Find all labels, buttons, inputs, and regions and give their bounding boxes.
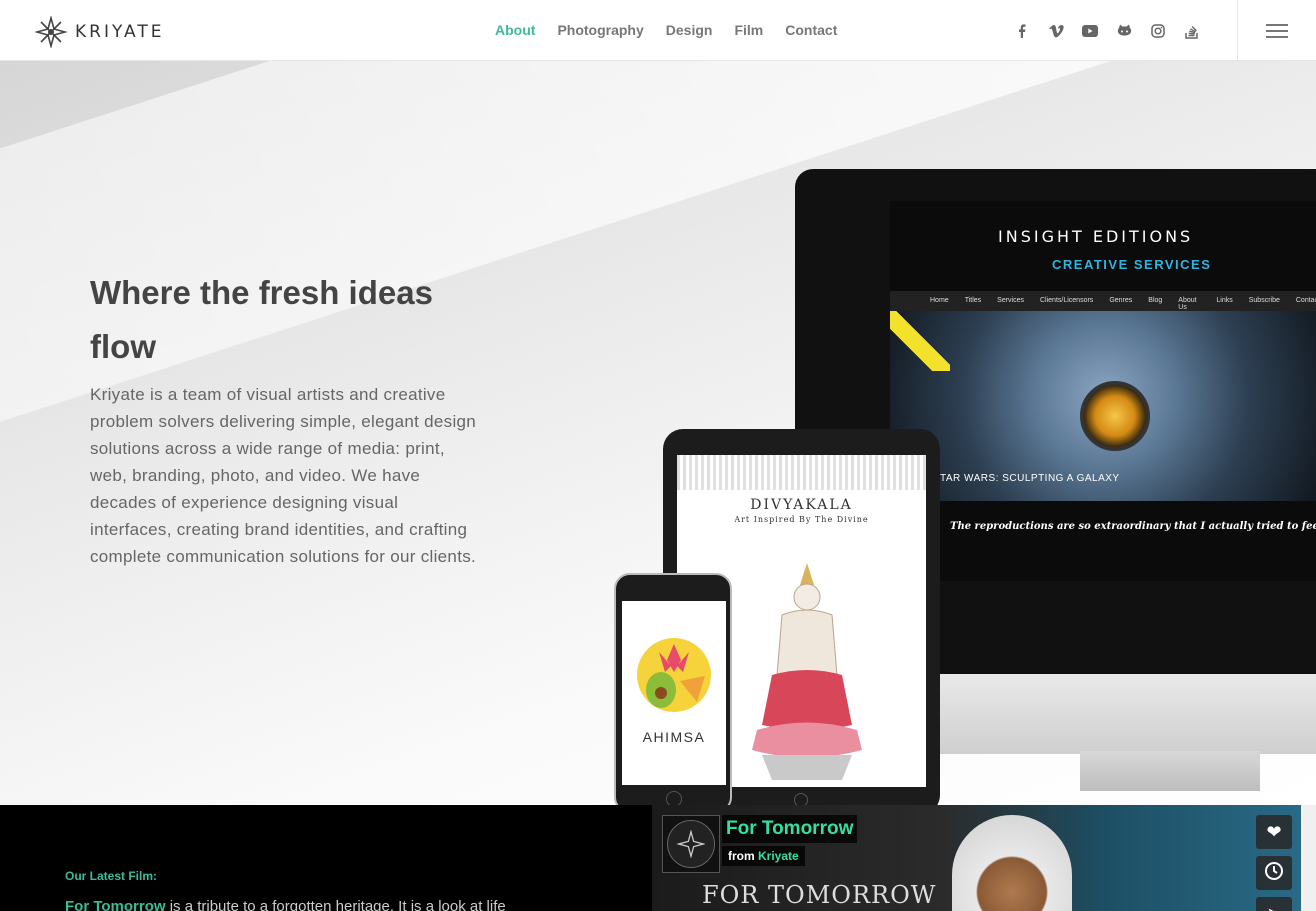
nav-about[interactable]: About: [495, 22, 535, 38]
ahimsa-label: AHIMSA: [642, 729, 706, 745]
video-channel-name[interactable]: Kriyate: [758, 849, 799, 863]
facebook-icon[interactable]: [1012, 21, 1032, 41]
ie-nav-item: Services: [997, 297, 1024, 304]
channel-avatar[interactable]: [662, 815, 720, 873]
social-links: [1012, 21, 1202, 41]
iphone-home-button: [666, 791, 682, 805]
ie-nav-item: Contact: [1295, 297, 1316, 304]
divyakala-ornament: [677, 455, 926, 490]
hero-title: Where the fresh ideas flow: [90, 274, 433, 365]
featured-badge: [890, 311, 950, 371]
video-from-label: from: [728, 849, 755, 863]
divyakala-subtitle: Art Inspired By The Divine: [734, 515, 869, 524]
nav-contact[interactable]: Contact: [785, 22, 837, 38]
deity-illustration: [752, 563, 862, 780]
video-frame-title: FOR TOMORROW: [702, 881, 937, 909]
insight-editions-subtitle: CREATIVE SERVICES: [1052, 257, 1212, 272]
watch-later-button[interactable]: [1256, 856, 1292, 890]
nav-photography[interactable]: Photography: [557, 22, 643, 38]
film-link[interactable]: For Tomorrow: [65, 898, 166, 911]
hero-description: Kriyate is a team of visual artists and …: [90, 385, 477, 566]
latest-film-label: Our Latest Film:: [65, 869, 158, 883]
insight-editions-brand: INSIGHT EDITIONS: [998, 227, 1194, 246]
ie-nav-item: Titles: [964, 297, 982, 304]
hamburger-menu-icon[interactable]: [1266, 24, 1288, 38]
clock-icon: [1264, 861, 1284, 886]
like-button[interactable]: ❤: [1256, 815, 1292, 849]
send-icon: ➤: [1266, 904, 1281, 911]
insight-editions-nav: Home Titles Services Clients/Licensors G…: [890, 291, 1316, 311]
video-thumbnail-person: [952, 815, 1072, 911]
github-icon[interactable]: [1114, 21, 1134, 41]
film-description-text: is a tribute to a forgotten heritage. It…: [165, 898, 506, 911]
share-button[interactable]: ➤: [1256, 897, 1292, 911]
ie-nav-item: Subscribe: [1248, 297, 1280, 304]
insight-editions-caption: TAR WARS: SCULPTING A GALAXY: [940, 473, 1120, 484]
kriyate-avatar-icon: [677, 830, 705, 858]
main-nav: About Photography Design Film Contact: [495, 22, 859, 38]
insight-editions-quote: The reproductions are so extraordinary t…: [950, 521, 1316, 532]
imac-stand: [1080, 751, 1260, 791]
latest-film-description: For Tomorrow is a tribute to a forgotten…: [65, 898, 506, 911]
ahimsa-screen: AHIMSA: [622, 601, 726, 785]
youtube-icon[interactable]: [1080, 21, 1100, 41]
kriyate-logo-icon: [35, 16, 67, 48]
ie-nav-item: Blog: [1148, 297, 1163, 304]
ipad-home-button: [794, 793, 808, 805]
video-byline: from Kriyate: [722, 846, 805, 866]
instagram-icon[interactable]: [1148, 21, 1168, 41]
insight-editions-screen: INSIGHT EDITIONS CREATIVE SERVICES Home …: [890, 201, 1316, 581]
latest-film-section: Our Latest Film: For Tomorrow is a tribu…: [0, 805, 1301, 911]
insight-editions-hero-image: TAR WARS: SCULPTING A GALAXY: [890, 311, 1316, 501]
hero-section: Where the fresh ideas flow Kriyate is a …: [0, 61, 1316, 805]
nav-design[interactable]: Design: [666, 22, 713, 38]
vimeo-video-player[interactable]: For Tomorrow from Kriyate FOR TOMORROW ❤…: [652, 805, 1301, 911]
ie-nav-item: Links: [1216, 297, 1233, 304]
logo-text: KRIYATE: [75, 22, 165, 42]
site-logo[interactable]: KRIYATE: [35, 16, 164, 48]
ie-nav-item: Home: [930, 297, 949, 304]
ie-nav-item: Clients/Licensors: [1040, 297, 1094, 304]
nav-film[interactable]: Film: [734, 22, 763, 38]
ie-nav-item: Genres: [1109, 297, 1133, 304]
iphone-mockup: AHIMSA: [614, 573, 732, 805]
heart-icon: ❤: [1266, 821, 1282, 842]
ahimsa-logo: [637, 638, 711, 712]
stackoverflow-icon[interactable]: [1182, 21, 1202, 41]
vimeo-icon[interactable]: [1046, 21, 1066, 41]
scrollbar-track[interactable]: [1301, 805, 1316, 911]
menu-divider: [1237, 0, 1238, 61]
video-title[interactable]: For Tomorrow: [722, 815, 858, 843]
divyakala-title: DIVYAKALA: [750, 497, 853, 513]
site-header: KRIYATE About Photography Design Film Co…: [0, 0, 1316, 61]
tie-fighter-cockpit: [1080, 381, 1150, 451]
ie-nav-item: About Us: [1178, 297, 1197, 311]
